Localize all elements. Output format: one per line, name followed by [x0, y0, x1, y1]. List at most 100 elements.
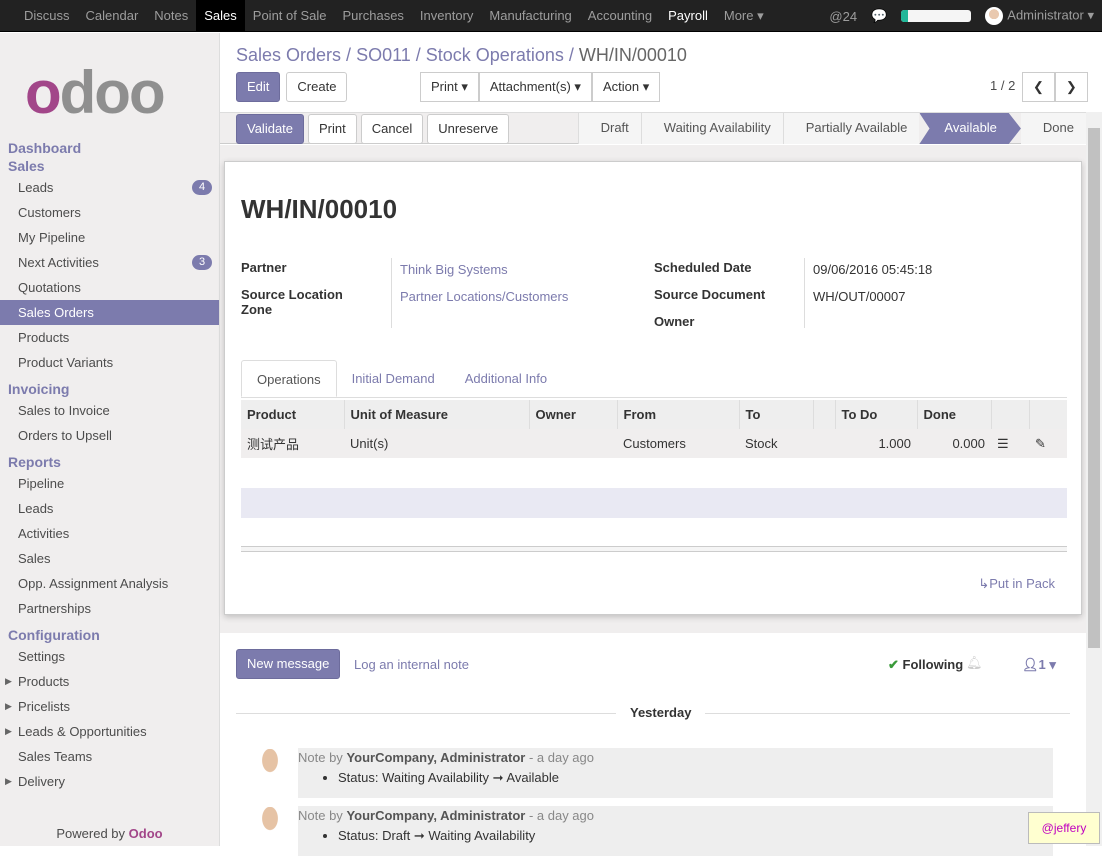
nav-inventory[interactable]: Inventory [412, 0, 481, 32]
user-menu[interactable]: Administrator ▾ [985, 7, 1094, 25]
chat-icon[interactable]: 💬 [871, 8, 887, 24]
form-tabs: Operations Initial Demand Additional Inf… [241, 360, 1067, 398]
message-author[interactable]: YourCompany, Administrator [346, 808, 525, 823]
followers-dropdown[interactable]: 👤︎1 ▾ [1022, 657, 1056, 673]
sidebar-section-dashboard[interactable]: Dashboard [0, 139, 219, 157]
sidebar-item-product-variants[interactable]: Product Variants [0, 350, 219, 375]
sidebar-item-leads-opportunities[interactable]: ▶ Leads & Opportunities [0, 719, 219, 744]
tab-operations[interactable]: Operations [241, 360, 337, 397]
divider [804, 258, 805, 328]
following-button[interactable]: ✔ Following [888, 657, 963, 673]
nav-pos[interactable]: Point of Sale [245, 0, 335, 32]
nav-discuss[interactable]: Discuss [16, 0, 78, 32]
tab-initial-demand[interactable]: Initial Demand [337, 360, 450, 397]
nav-payroll[interactable]: Payroll [660, 0, 716, 32]
sidebar-item-settings[interactable]: Settings [0, 644, 219, 669]
breadcrumb-so011[interactable]: SO011 [356, 45, 411, 65]
col-done[interactable]: Done [916, 400, 991, 429]
stage-available[interactable]: Available [919, 113, 1021, 144]
breadcrumb-sales-orders[interactable]: Sales Orders [236, 45, 341, 65]
sidebar-section-invoicing[interactable]: Invoicing [0, 380, 219, 398]
sidebar-section-reports[interactable]: Reports [0, 453, 219, 471]
edit-button[interactable]: Edit [236, 72, 281, 102]
pager-previous-button[interactable]: ❮ [1022, 72, 1055, 102]
sidebar-item-next-activities[interactable]: Next Activities 3 [0, 250, 219, 275]
author-avatar[interactable] [252, 749, 288, 787]
sidebar-item-leads[interactable]: Leads 4 [0, 175, 219, 200]
sidebar-item-my-pipeline[interactable]: My Pipeline [0, 225, 219, 250]
col-actions [990, 400, 1029, 429]
attachments-label: Attachment(s) [489, 79, 571, 94]
sidebar-item-quotations[interactable]: Quotations [0, 275, 219, 300]
scrollbar-thumb[interactable] [1088, 128, 1100, 648]
progress-fill [901, 10, 909, 22]
sidebar-item-delivery[interactable]: ▶ Delivery [0, 769, 219, 794]
sidebar-item-pricelists[interactable]: ▶ Pricelists [0, 694, 219, 719]
nav-more[interactable]: More ▾ [716, 0, 772, 32]
main-content: Sales Orders / SO011 / Stock Operations … [220, 33, 1102, 856]
create-button[interactable]: Create [286, 72, 348, 102]
stage-done[interactable]: Done [1020, 113, 1086, 144]
sidebar-item-products[interactable]: Products [0, 325, 219, 350]
stage-waiting[interactable]: Waiting Availability [640, 113, 783, 144]
bell-icon[interactable]: 🔔︎ [966, 655, 983, 671]
source-location-link[interactable]: Partner Locations/Customers [400, 289, 568, 304]
stage-partially-available[interactable]: Partially Available [782, 113, 920, 144]
col-to[interactable]: To [738, 400, 813, 429]
action-dropdown[interactable]: Action ▾ [591, 72, 661, 102]
sidebar-section-configuration[interactable]: Configuration [0, 626, 219, 644]
sidebar-item-sales-orders[interactable]: Sales Orders [0, 300, 219, 325]
print-dropdown[interactable]: Print ▾ [420, 72, 479, 102]
partner-link[interactable]: Think Big Systems [400, 262, 508, 277]
sidebar-item-customers[interactable]: Customers [0, 200, 219, 225]
col-product[interactable]: Product [241, 400, 344, 429]
list-icon[interactable]: ☰ [991, 429, 1029, 458]
sidebar-item-label: Settings [18, 649, 65, 664]
tab-additional-info[interactable]: Additional Info [450, 360, 562, 397]
col-todo[interactable]: To Do [834, 400, 917, 429]
sidebar-item-label: Products [18, 330, 70, 345]
put-in-pack-link[interactable]: ↳Put in Pack [978, 576, 1055, 592]
validate-button[interactable]: Validate [236, 114, 305, 144]
sidebar-section-sales[interactable]: Sales [0, 157, 219, 175]
message: Note by YourCompany, Administrator - a d… [298, 806, 1053, 856]
nav-calendar[interactable]: Calendar [78, 0, 147, 32]
sidebar-item-activities[interactable]: Activities [0, 521, 219, 546]
cancel-button[interactable]: Cancel [360, 114, 424, 144]
sidebar-item-products[interactable]: ▶ Products [0, 669, 219, 694]
table-row[interactable]: 测试产品 Unit(s) Customers Stock 1.000 0.000… [241, 429, 1067, 458]
col-from[interactable]: From [616, 400, 739, 429]
attachments-dropdown[interactable]: Attachment(s) ▾ [478, 72, 592, 102]
sidebar-item-sales-teams[interactable]: Sales Teams [0, 744, 219, 769]
scrollbar[interactable] [1086, 112, 1102, 846]
new-message-button[interactable]: New message [236, 649, 341, 679]
mentions[interactable]: @24 [829, 9, 857, 24]
sidebar-item-sales-to-invoice[interactable]: Sales to Invoice [0, 398, 219, 423]
sidebar-item-opp-assignment-analysis[interactable]: Opp. Assignment Analysis [0, 571, 219, 596]
nav-purchases[interactable]: Purchases [335, 0, 412, 32]
unreserve-button[interactable]: Unreserve [427, 114, 510, 144]
print-button[interactable]: Print [308, 114, 357, 144]
sidebar-item-partnerships[interactable]: Partnerships [0, 596, 219, 621]
at-icon: @ [829, 8, 843, 24]
message-author[interactable]: YourCompany, Administrator [346, 750, 525, 765]
sidebar-item-pipeline[interactable]: Pipeline [0, 471, 219, 496]
col-uom[interactable]: Unit of Measure [343, 400, 529, 429]
odoo-logo[interactable]: odoo [25, 63, 166, 123]
breadcrumb-stock-operations[interactable]: Stock Operations [426, 45, 564, 65]
sidebar-item-orders-to-upsell[interactable]: Orders to Upsell [0, 423, 219, 448]
sidebar-item-leads[interactable]: Leads [0, 496, 219, 521]
pencil-icon[interactable]: ✎ [1029, 429, 1067, 458]
col-owner[interactable]: Owner [528, 400, 617, 429]
nav-notes[interactable]: Notes [146, 0, 196, 32]
author-avatar[interactable] [252, 807, 288, 845]
pager-next-button[interactable]: ❯ [1054, 72, 1088, 102]
nav-manufacturing[interactable]: Manufacturing [481, 0, 579, 32]
stage-draft[interactable]: Draft [577, 113, 641, 144]
log-note-link[interactable]: Log an internal note [354, 657, 469, 672]
sidebar-item-sales[interactable]: Sales [0, 546, 219, 571]
nav-sales[interactable]: Sales [196, 0, 245, 32]
brand-link[interactable]: Odoo [129, 826, 163, 841]
message-prefix: Note by [298, 750, 343, 765]
nav-accounting[interactable]: Accounting [580, 0, 660, 32]
